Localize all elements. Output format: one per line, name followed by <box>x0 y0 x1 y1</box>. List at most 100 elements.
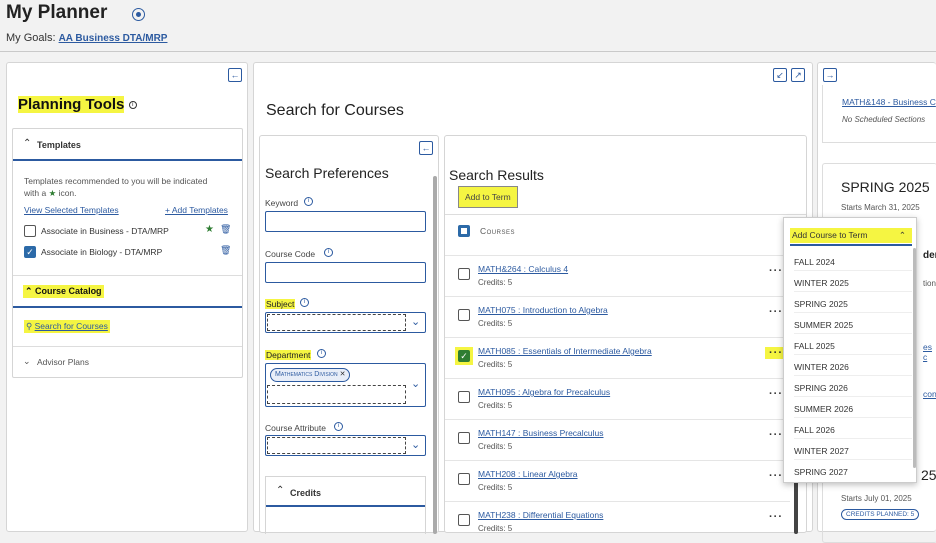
planning-tools-panel: ← Planning Tools i ⌃ Templates Templates… <box>6 62 248 532</box>
table-row[interactable]: MATH208 : Linear Algebra Credits: 5 ··· <box>445 460 790 501</box>
select-all-checkbox[interactable] <box>458 225 470 237</box>
menu-item[interactable]: FALL 2025 <box>794 334 912 355</box>
course-code-label: Course Code <box>265 249 316 259</box>
course-link[interactable]: MATH147 : Business Precalculus <box>478 428 604 438</box>
menu-item[interactable]: WINTER 2026 <box>794 355 912 376</box>
course-link[interactable]: MATH075 : Introduction to Algebra <box>478 305 608 315</box>
search-for-courses-link[interactable]: ⚲ Search for Courses <box>24 320 110 333</box>
scrollbar[interactable] <box>433 176 437 534</box>
close-icon[interactable]: ✕ <box>340 371 346 378</box>
menu-title[interactable]: Add Course to Term ⌃ <box>790 228 912 243</box>
credits-text: Credits: 5 <box>478 401 513 410</box>
info-icon[interactable]: i <box>304 197 313 206</box>
department-select[interactable]: Mathematics Division ✕ ⌄ <box>265 363 426 407</box>
add-to-term-button[interactable]: Add to Term <box>458 186 518 208</box>
course-checkbox[interactable] <box>458 268 470 280</box>
menu-item[interactable]: FALL 2026 <box>794 418 912 439</box>
partial-text: tion <box>923 279 936 288</box>
info-icon[interactable]: i <box>324 248 333 257</box>
add-templates-link[interactable]: + Add Templates <box>165 205 228 215</box>
collapse-left-icon[interactable]: ← <box>228 68 242 82</box>
menu-item[interactable]: SUMMER 2026 <box>794 397 912 418</box>
goals-line: My Goals: AA Business DTA/MRP <box>6 32 167 44</box>
table-row[interactable]: MATH095 : Algebra for Precalculus Credit… <box>445 378 790 419</box>
info-icon[interactable]: i <box>300 298 309 307</box>
advisor-plans-label[interactable]: Advisor Plans <box>37 357 89 367</box>
more-options-icon[interactable]: ··· <box>769 429 783 441</box>
templates-desc: Templates recommended to you will be ind… <box>24 176 208 198</box>
course-link[interactable]: MATH208 : Linear Algebra <box>478 469 578 479</box>
template-checkbox[interactable]: ✓ <box>24 246 36 258</box>
trash-icon[interactable]: 🗑 <box>220 245 231 256</box>
course-checkbox[interactable] <box>458 432 470 444</box>
menu-item[interactable]: FALL 2024 <box>794 250 912 271</box>
search-preferences-panel: ← Search Preferences Keyword i Course Co… <box>259 135 439 534</box>
planned-course-link[interactable]: MATH&148 - Business C <box>842 97 936 107</box>
credits-label: Credits <box>290 488 322 498</box>
shrink-icon[interactable]: ↙ <box>773 68 787 82</box>
goals-link[interactable]: AA Business DTA/MRP <box>59 33 168 44</box>
course-link[interactable]: MATH085 : Essentials of Intermediate Alg… <box>478 346 652 356</box>
info-icon[interactable]: i <box>317 349 326 358</box>
menu-item[interactable]: SPRING 2025 <box>794 292 912 313</box>
table-row[interactable]: MATH&264 : Calculus 4 Credits: 5 ··· <box>445 255 790 296</box>
term-start: Starts July 01, 2025 <box>841 494 912 503</box>
menu-item[interactable]: WINTER 2025 <box>794 271 912 292</box>
course-attribute-select[interactable]: ⌄ <box>265 435 426 456</box>
course-checkbox[interactable] <box>458 309 470 321</box>
collapse-prefs-icon[interactable]: ← <box>419 141 433 155</box>
partial-link[interactable]: con <box>923 389 936 399</box>
term-title: SPRING 2025 <box>841 179 930 195</box>
planned-course-card: MATH&148 - Business C No Scheduled Secti… <box>822 85 936 143</box>
course-checkbox[interactable] <box>458 473 470 485</box>
course-link[interactable]: MATH095 : Algebra for Precalculus <box>478 387 610 397</box>
course-checkbox[interactable] <box>458 391 470 403</box>
header-divider <box>0 51 936 52</box>
table-row[interactable]: ✓ MATH085 : Essentials of Intermediate A… <box>445 337 790 378</box>
menu-item[interactable]: SPRING 2026 <box>794 376 912 397</box>
chevron-up-icon: ⌃ <box>23 138 32 149</box>
prefs-title: Search Preferences <box>265 165 389 181</box>
info-icon[interactable]: i <box>128 100 137 109</box>
menu-item[interactable]: WINTER 2027 <box>794 439 912 460</box>
partial-link[interactable]: es c <box>923 342 936 362</box>
table-row[interactable]: MATH238 : Differential Equations Credits… <box>445 501 790 542</box>
term-start: Starts March 31, 2025 <box>841 203 920 212</box>
settings-icon[interactable] <box>132 8 145 21</box>
more-options-icon[interactable]: ··· <box>769 470 783 482</box>
table-row[interactable]: MATH075 : Introduction to Algebra Credit… <box>445 296 790 337</box>
course-link[interactable]: MATH&264 : Calculus 4 <box>478 264 568 274</box>
courses-header: Courses <box>480 226 515 236</box>
more-options-icon[interactable]: ··· <box>769 388 783 400</box>
course-link[interactable]: MATH238 : Differential Equations <box>478 510 603 520</box>
course-catalog-header[interactable]: ⌃ Course Catalog <box>13 276 242 308</box>
credits-text: Credits: 5 <box>478 278 513 287</box>
credits-section[interactable]: ⌃ Credits <box>265 476 426 534</box>
table-row[interactable]: MATH147 : Business Precalculus Credits: … <box>445 419 790 460</box>
subject-select[interactable]: ⌄ <box>265 312 426 333</box>
more-options-icon[interactable]: ··· <box>769 265 783 277</box>
page-title: My Planner <box>6 2 108 23</box>
add-course-to-term-menu: Add Course to Term ⌃ FALL 2024 WINTER 20… <box>783 217 917 483</box>
expand-icon[interactable]: ↗ <box>791 68 805 82</box>
menu-item[interactable]: SUMMER 2025 <box>794 313 912 334</box>
expand-right-icon[interactable]: → <box>823 68 837 82</box>
more-options-icon[interactable]: ··· <box>769 511 783 523</box>
trash-icon[interactable]: 🗑 <box>220 224 231 235</box>
template-checkbox[interactable] <box>24 225 36 237</box>
more-options-icon[interactable]: ··· <box>769 306 783 318</box>
keyword-input[interactable] <box>265 211 426 232</box>
credits-text: Credits: 5 <box>478 319 513 328</box>
department-tag[interactable]: Mathematics Division ✕ <box>270 368 351 382</box>
templates-label: Templates <box>37 140 81 150</box>
results-title: Search Results <box>449 167 544 183</box>
templates-header[interactable]: ⌃ Templates <box>13 129 242 161</box>
view-selected-templates-link[interactable]: View Selected Templates <box>24 205 119 215</box>
course-checkbox[interactable] <box>458 514 470 526</box>
course-checkbox[interactable]: ✓ <box>458 350 470 362</box>
menu-scrollbar[interactable] <box>913 248 916 468</box>
course-code-input[interactable] <box>265 262 426 283</box>
menu-item[interactable]: SPRING 2027 <box>794 460 912 481</box>
chevron-up-icon: ⌃ <box>898 230 906 240</box>
info-icon[interactable]: i <box>334 422 343 431</box>
